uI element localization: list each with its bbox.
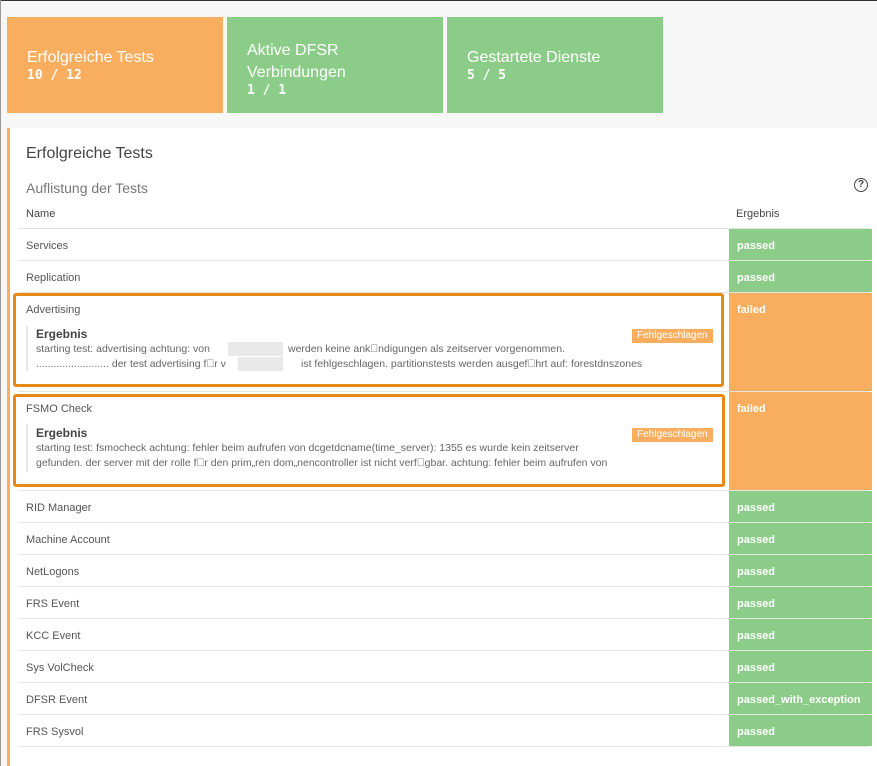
table-row[interactable]: RID Manager passed bbox=[18, 491, 872, 523]
row-name: FRS Event bbox=[26, 598, 80, 610]
result-text: passed bbox=[737, 630, 775, 642]
row-name: KCC Event bbox=[26, 630, 81, 642]
result-text: passed bbox=[737, 272, 775, 284]
result-text: passed bbox=[737, 240, 775, 252]
result-badge: passed bbox=[729, 555, 872, 586]
result-text: failed bbox=[737, 304, 766, 316]
row-name: RID Manager bbox=[26, 502, 92, 514]
row-name: Services bbox=[26, 240, 69, 252]
result-text: passed bbox=[737, 662, 775, 674]
result-badge: passed bbox=[729, 619, 872, 650]
result-badge: failed bbox=[729, 293, 872, 391]
table-row[interactable]: Sys VolCheck passed bbox=[18, 651, 872, 683]
row-name: Replication bbox=[26, 272, 81, 284]
table-row[interactable]: Machine Account passed bbox=[18, 523, 872, 555]
panel-subtitle: Auflistung der Tests bbox=[26, 180, 148, 196]
row-name: NetLogons bbox=[26, 566, 80, 578]
result-text: passed bbox=[737, 566, 775, 578]
result-badge: passed bbox=[729, 715, 872, 746]
result-text: passed bbox=[737, 502, 775, 514]
result-text: passed bbox=[737, 534, 775, 546]
table-row[interactable]: NetLogons passed bbox=[18, 555, 872, 587]
summary-tiles: Erfolgreiche Tests 10 / 12 Aktive DFSR V… bbox=[7, 17, 663, 113]
table-header: Name Ergebnis bbox=[18, 198, 870, 229]
column-header-name[interactable]: Name bbox=[26, 208, 55, 220]
tile-value: 5 / 5 bbox=[467, 68, 507, 83]
row-name: DFSR Event bbox=[26, 694, 88, 706]
column-header-result[interactable]: Ergebnis bbox=[736, 208, 779, 220]
table-row[interactable]: FRS Sysvol passed bbox=[18, 715, 872, 747]
panel-title: Erfolgreiche Tests bbox=[26, 145, 153, 162]
tile-label: Erfolgreiche Tests bbox=[27, 49, 154, 66]
highlight-box-fsmo-check bbox=[13, 394, 725, 487]
highlight-box-advertising bbox=[13, 293, 724, 387]
row-name: FRS Sysvol bbox=[26, 726, 84, 738]
question-circle-icon[interactable]: ? bbox=[854, 178, 868, 192]
dashboard: Erfolgreiche Tests 10 / 12 Aktive DFSR V… bbox=[1, 1, 877, 766]
result-text: passed bbox=[737, 598, 775, 610]
table-row[interactable]: FRS Event passed bbox=[18, 587, 872, 619]
result-text: failed bbox=[737, 403, 766, 415]
table-row[interactable]: DFSR Event passed_with_exception bbox=[18, 683, 872, 715]
row-name: Machine Account bbox=[26, 534, 110, 546]
tile-label: Aktive DFSR Verbindungen bbox=[247, 42, 346, 81]
tile-value: 1 / 1 bbox=[247, 83, 287, 98]
row-name: Sys VolCheck bbox=[26, 662, 94, 674]
tile-active-dfsr-connections[interactable]: Aktive DFSR Verbindungen 1 / 1 bbox=[227, 17, 443, 113]
tests-panel: Erfolgreiche Tests Auflistung der Tests … bbox=[7, 128, 877, 766]
tile-label: Gestartete Dienste bbox=[467, 49, 601, 66]
result-badge: passed bbox=[729, 587, 872, 618]
table-row[interactable]: Replication passed bbox=[18, 261, 872, 293]
result-badge: passed bbox=[729, 261, 872, 292]
tile-started-services[interactable]: Gestartete Dienste 5 / 5 bbox=[447, 17, 663, 113]
result-badge: failed bbox=[729, 392, 872, 490]
table-row[interactable]: KCC Event passed bbox=[18, 619, 872, 651]
result-badge: passed_with_exception bbox=[729, 683, 872, 714]
result-badge: passed bbox=[729, 229, 872, 260]
tile-successful-tests[interactable]: Erfolgreiche Tests 10 / 12 bbox=[7, 17, 223, 113]
table-row[interactable]: Services passed bbox=[18, 229, 872, 261]
tile-value: 10 / 12 bbox=[27, 68, 82, 83]
result-badge: passed bbox=[729, 523, 872, 554]
result-badge: passed bbox=[729, 651, 872, 682]
result-badge: passed bbox=[729, 491, 872, 522]
result-text: passed bbox=[737, 726, 775, 738]
result-text: passed_with_exception bbox=[737, 694, 861, 706]
